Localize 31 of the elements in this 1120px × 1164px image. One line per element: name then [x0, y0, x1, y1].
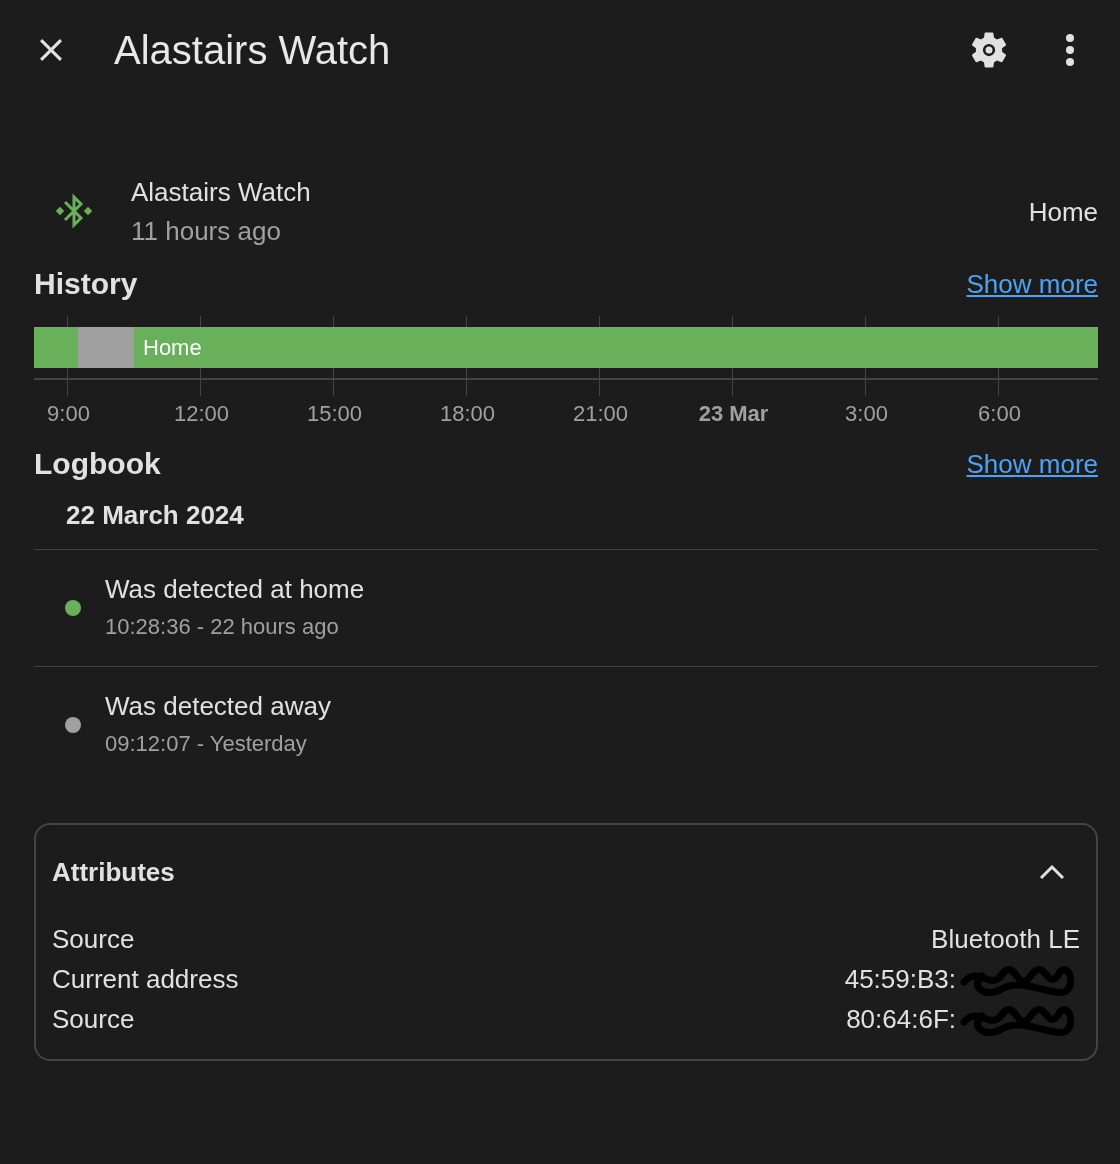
axis-label: 15:00	[305, 400, 364, 428]
segment-label: Home	[143, 334, 202, 361]
entity-state: Home	[1028, 196, 1098, 228]
axis-label: 3:00	[844, 400, 889, 428]
log-message[interactable]: Was detected away	[105, 687, 331, 725]
axis-label: 6:00	[977, 400, 1022, 428]
more-options-button[interactable]	[1064, 32, 1076, 68]
show-more-link[interactable]: Show more	[966, 448, 1098, 480]
attribute-name: Source	[52, 923, 135, 955]
axis-label: 9:00	[46, 400, 91, 428]
axis-label: 12:00	[172, 400, 231, 428]
attribute-name: Source	[52, 1003, 135, 1035]
log-message[interactable]: Was detected at home	[105, 570, 365, 608]
date-heading: 22 March 2024	[34, 486, 1098, 550]
log-time: 09:12:07 - Yesterday	[105, 730, 308, 758]
entity-name: Alastairs Watch	[131, 176, 312, 209]
last-changed: 11 hours ago	[131, 215, 282, 248]
attribute-value: Bluetooth LE	[931, 923, 1080, 955]
panel-title: Attributes	[52, 856, 175, 888]
axis-label: 18:00	[438, 400, 497, 428]
show-more-link[interactable]: Show more	[966, 268, 1098, 300]
section-title: Logbook	[34, 447, 161, 481]
axis-label: 23 Mar	[697, 400, 770, 428]
log-time: 10:28:36 - 22 hours ago	[105, 613, 340, 641]
section-title: History	[34, 267, 138, 301]
attribute-value: 45:59:B3:	[844, 963, 956, 995]
collapse-button[interactable]	[1038, 863, 1066, 881]
attribute-name: Current address	[52, 963, 239, 995]
axis-label: 21:00	[571, 400, 630, 428]
dialog-title: Alastairs Watch	[114, 27, 391, 73]
attribute-value: 80:64:6F:	[846, 1003, 956, 1035]
